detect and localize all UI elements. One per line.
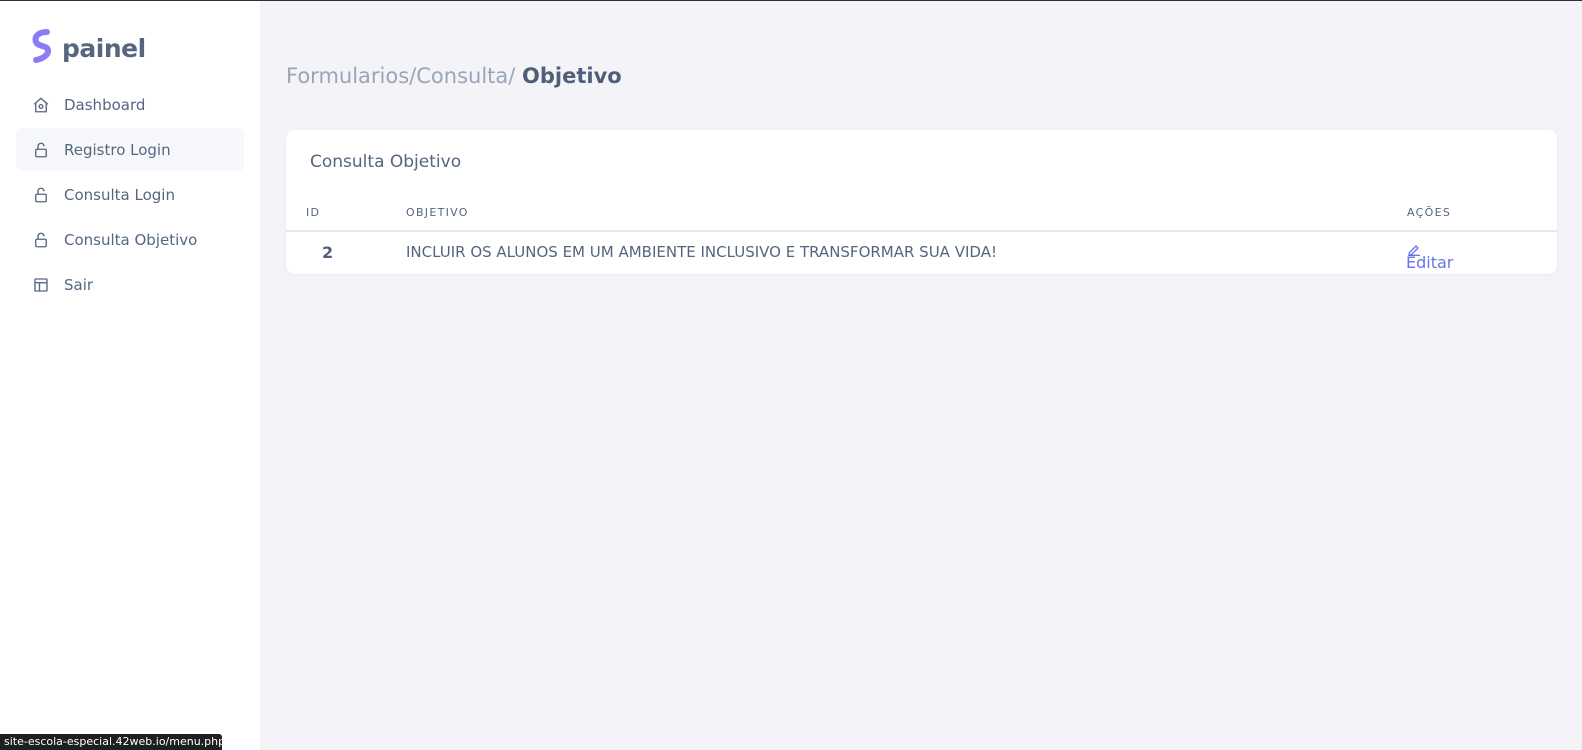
status-bar-url: site-escola-especial.42web.io/menu.php: [0, 734, 225, 750]
card-title: Consulta Objetivo: [310, 152, 462, 172]
table-row: 2 INCLUIR OS ALUNOS EM UM AMBIENTE INCLU…: [286, 232, 1557, 272]
column-header-acoes: AÇÕES: [1407, 206, 1452, 219]
brand-logo[interactable]: painel: [30, 29, 146, 67]
brand-name: painel: [62, 33, 146, 63]
sidebar-item-dashboard[interactable]: Dashboard: [16, 83, 244, 126]
sidebar-item-sair[interactable]: Sair: [16, 263, 244, 306]
cell-objetivo: INCLUIR OS ALUNOS EM UM AMBIENTE INCLUSI…: [406, 243, 997, 261]
sidebar-item-consulta-objetivo[interactable]: Consulta Objetivo: [16, 218, 244, 261]
sidebar: painel Dashboard Registro Login Consulta…: [0, 1, 260, 750]
objetivo-table-card: Consulta Objetivo ID OBJETIVO AÇÕES 2 IN…: [286, 130, 1557, 274]
sidebar-item-consulta-login[interactable]: Consulta Login: [16, 173, 244, 216]
edit-button-label: Editar: [1406, 253, 1454, 272]
cell-id: 2: [322, 243, 334, 262]
breadcrumb-path: Formularios/Consulta/: [286, 64, 516, 88]
sidebar-item-label: Dashboard: [64, 95, 146, 114]
lock-open-icon: [32, 231, 50, 249]
brand-mark-icon: [30, 29, 54, 67]
home-icon: [32, 96, 50, 114]
column-header-objetivo: OBJETIVO: [406, 206, 469, 219]
breadcrumb: Formularios/Consulta/ Objetivo: [286, 64, 622, 88]
sidebar-item-label: Consulta Login: [64, 185, 175, 204]
lock-open-icon: [32, 141, 50, 159]
table-header: ID OBJETIVO AÇÕES: [286, 206, 1557, 232]
breadcrumb-current: Objetivo: [522, 64, 622, 88]
sidebar-item-label: Consulta Objetivo: [64, 230, 198, 249]
sidebar-item-registro-login[interactable]: Registro Login: [16, 128, 244, 171]
sidebar-nav: Dashboard Registro Login Consulta Login: [16, 83, 244, 308]
sidebar-item-label: Registro Login: [64, 140, 171, 159]
sidebar-item-label: Sair: [64, 275, 94, 294]
column-header-id: ID: [306, 206, 321, 219]
edit-button[interactable]: Editar: [1406, 242, 1453, 272]
layout-icon: [32, 276, 50, 294]
lock-open-icon: [32, 186, 50, 204]
